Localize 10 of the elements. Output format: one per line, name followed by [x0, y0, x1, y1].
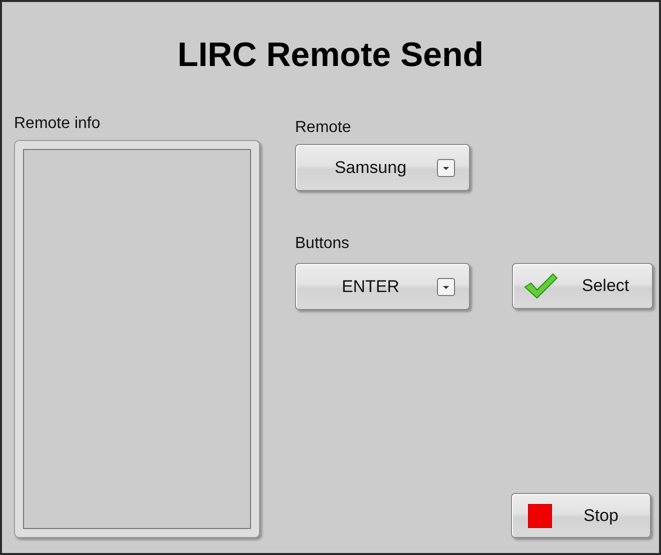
remote-info-label: Remote info: [14, 115, 102, 133]
app-title: LIRC Remote Send: [177, 35, 484, 75]
check-icon: [523, 272, 559, 300]
stop-button[interactable]: Stop: [511, 493, 651, 538]
buttons-label: Buttons: [295, 235, 350, 253]
stop-icon: [528, 504, 552, 528]
select-button[interactable]: Select: [512, 263, 653, 309]
buttons-dropdown[interactable]: ENTER: [295, 263, 470, 310]
remote-dropdown[interactable]: Samsung: [295, 144, 470, 191]
remote-label: Remote: [295, 119, 352, 137]
